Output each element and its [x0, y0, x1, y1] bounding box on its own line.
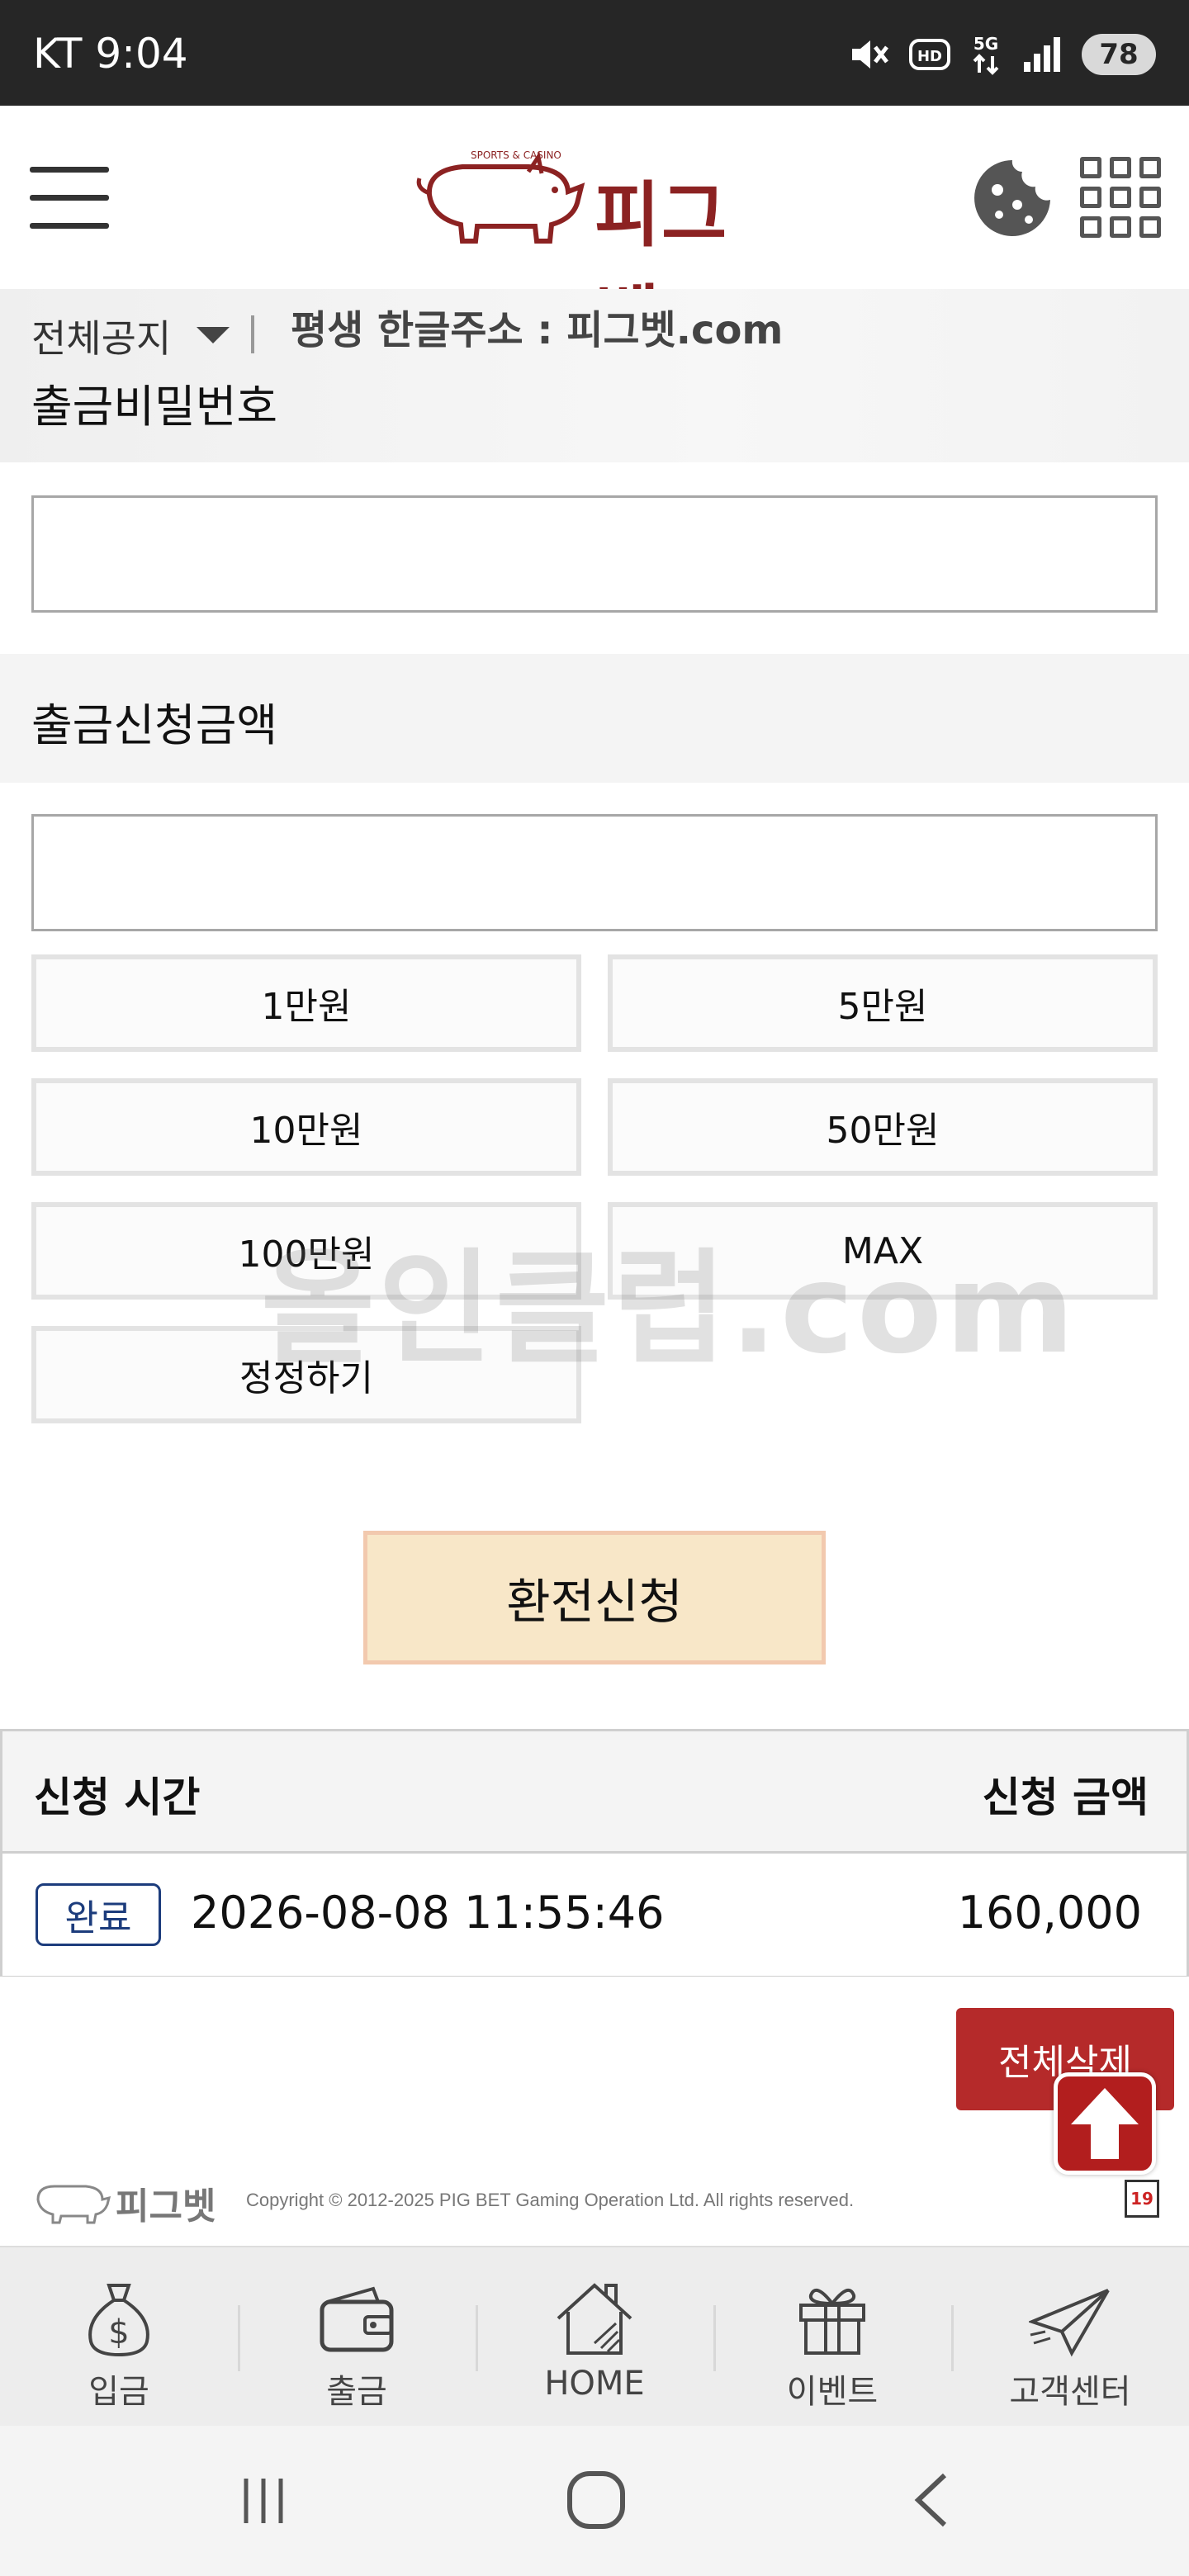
- home-icon: [557, 2283, 632, 2355]
- copyright-text: Copyright © 2012-2025 PIG BET Gaming Ope…: [246, 2190, 855, 2210]
- svg-text:5G: 5G: [973, 34, 998, 54]
- nav-label: 출금: [326, 2373, 387, 2411]
- nav-item-support[interactable]: 고객센터: [951, 2247, 1189, 2427]
- grid-icon[interactable]: [1080, 157, 1161, 238]
- mute-icon: [852, 40, 888, 69]
- status-bar: KT 9:04 HD 5G 78: [0, 0, 1189, 106]
- withdraw-amount-input[interactable]: [31, 814, 1158, 931]
- battery-indicator: 78: [1082, 34, 1156, 75]
- status-icons: HD 5G 78: [849, 33, 1156, 76]
- caret-down-icon[interactable]: [197, 327, 230, 343]
- status-badge: 완료: [36, 1883, 161, 1946]
- svg-text:HD: HD: [917, 48, 942, 65]
- bottom-nav: $ 입금 출금 HOME 이벤트 고객센터: [0, 2246, 1189, 2426]
- amount-50k-button[interactable]: 5만원: [608, 954, 1158, 1052]
- request-time: 2026-08-08 11:55:46: [191, 1887, 665, 1939]
- age-restriction-badge: 19: [1125, 2180, 1159, 2218]
- wallet-icon: [320, 2286, 394, 2352]
- pig-logo-icon: [36, 2185, 111, 2224]
- notice-dropdown-label[interactable]: 전체공지: [31, 309, 171, 363]
- nav-item-event[interactable]: 이벤트: [713, 2247, 951, 2427]
- nav-label: 이벤트: [786, 2373, 879, 2411]
- home-button-icon[interactable]: [565, 2469, 628, 2531]
- request-amount: 160,000: [957, 1887, 1142, 1939]
- system-navigation-bar: [0, 2426, 1189, 2576]
- footer: 피그벳 Copyright © 2012-2025 PIG BET Gaming…: [0, 2163, 1189, 2246]
- paper-plane-icon: [1029, 2289, 1110, 2357]
- cookie-icon[interactable]: [971, 157, 1054, 239]
- hd-icon: HD: [909, 39, 950, 70]
- amount-500k-button[interactable]: 50만원: [608, 1078, 1158, 1176]
- nav-item-deposit[interactable]: $ 입금: [0, 2247, 238, 2427]
- nav-label: 고객센터: [1009, 2373, 1131, 2411]
- password-label: 출금비밀번호: [31, 381, 278, 433]
- amount-100k-button[interactable]: 10만원: [31, 1078, 581, 1176]
- amount-10k-button[interactable]: 1만원: [31, 954, 581, 1052]
- carrier-time: KT 9:04: [33, 30, 188, 78]
- site-header: SPORTS & CASINO 피그벳: [0, 106, 1189, 360]
- footer-logo-text: 피그벳: [116, 2185, 216, 2228]
- svg-text:SPORTS & CASINO: SPORTS & CASINO: [471, 149, 561, 161]
- money-bag-icon: $: [88, 2284, 149, 2357]
- nav-label: 입금: [88, 2373, 149, 2411]
- scroll-to-top-button[interactable]: [1054, 2072, 1156, 2175]
- nav-item-home[interactable]: HOME: [476, 2247, 713, 2427]
- 5g-icon: 5G: [973, 34, 999, 75]
- amount-label-section: 출금신청금액: [0, 654, 1189, 783]
- arrow-up-icon: [1071, 2088, 1139, 2159]
- svg-text:$: $: [108, 2313, 129, 2351]
- signal-icon: [1024, 37, 1060, 72]
- nav-item-withdraw[interactable]: 출금: [238, 2247, 476, 2427]
- footer-logo: 피그벳: [30, 2175, 220, 2228]
- notice-text[interactable]: 평생 한글주소 : 피그벳.com: [291, 297, 783, 355]
- menu-icon[interactable]: [30, 160, 109, 234]
- back-icon[interactable]: [907, 2469, 956, 2531]
- gift-icon: [799, 2288, 865, 2355]
- watermark: 올인클럽.com: [261, 1238, 1078, 1381]
- column-header-time: 신청 시간: [34, 1773, 201, 1821]
- withdraw-password-input[interactable]: [31, 495, 1158, 613]
- site-logo[interactable]: SPORTS & CASINO 피그벳: [405, 139, 793, 360]
- withdraw-history-table: 신청 시간 신청 금액 완료 2026-08-08 11:55:46 160,0…: [0, 1729, 1189, 1977]
- notice-bar: 전체공지 평생 한글주소 : 피그벳.com 출금비밀번호: [0, 289, 1189, 462]
- column-header-amount: 신청 금액: [982, 1773, 1149, 1821]
- pig-logo-icon: SPORTS & CASINO: [416, 149, 585, 244]
- amount-label: 출금신청금액: [31, 699, 278, 751]
- recent-apps-icon[interactable]: [234, 2472, 292, 2530]
- nav-label: HOME: [544, 2365, 645, 2403]
- exchange-request-button[interactable]: 환전신청: [363, 1531, 826, 1664]
- divider: [251, 315, 254, 353]
- table-header: 신청 시간 신청 금액: [2, 1731, 1187, 1854]
- table-row: 완료 2026-08-08 11:55:46 160,000: [2, 1855, 1187, 1976]
